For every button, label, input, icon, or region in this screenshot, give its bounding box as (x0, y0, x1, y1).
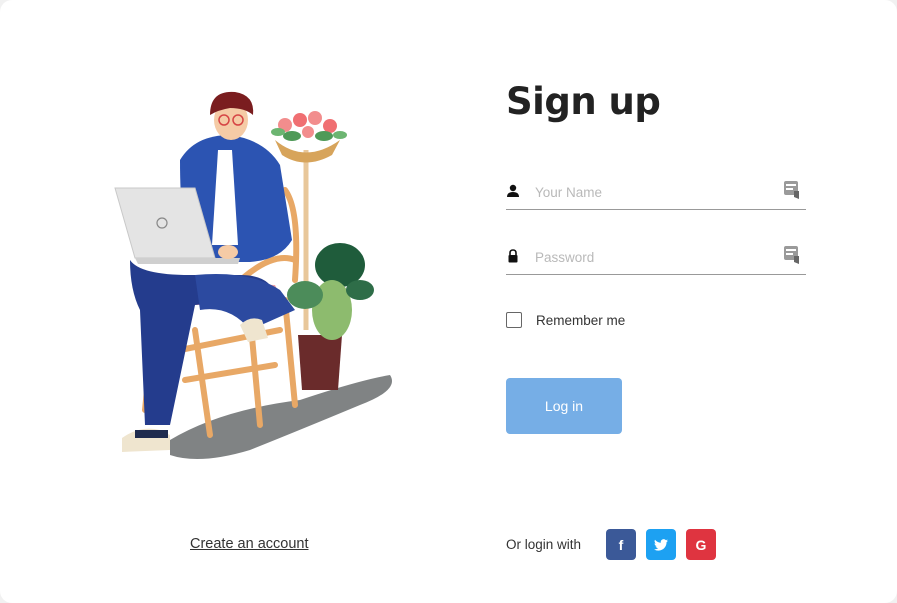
twitter-login-button[interactable] (646, 529, 676, 560)
google-icon: G (695, 536, 707, 553)
name-input[interactable] (535, 180, 775, 204)
name-field (506, 176, 806, 210)
remember-me-label: Remember me (536, 312, 626, 328)
user-icon (507, 184, 519, 197)
remember-me[interactable]: Remember me (506, 312, 625, 328)
create-account-link[interactable]: Create an account (190, 536, 309, 552)
signup-card: Sign up Remember me Log in Cre (0, 0, 897, 603)
person-with-laptop-illustration (114, 91, 392, 459)
facebook-icon: f (618, 536, 624, 553)
lock-icon (508, 249, 518, 263)
key-icon[interactable] (784, 181, 800, 199)
facebook-login-button[interactable]: f (606, 529, 636, 560)
login-button[interactable]: Log in (506, 378, 622, 434)
key-icon[interactable] (784, 246, 800, 264)
password-input[interactable] (535, 245, 775, 269)
google-login-button[interactable]: G (686, 529, 716, 560)
twitter-icon (654, 538, 668, 551)
password-field (506, 241, 806, 275)
remember-me-checkbox[interactable] (506, 312, 522, 328)
or-login-with-label: Or login with (506, 537, 582, 552)
page-title: Sign up (506, 80, 661, 123)
